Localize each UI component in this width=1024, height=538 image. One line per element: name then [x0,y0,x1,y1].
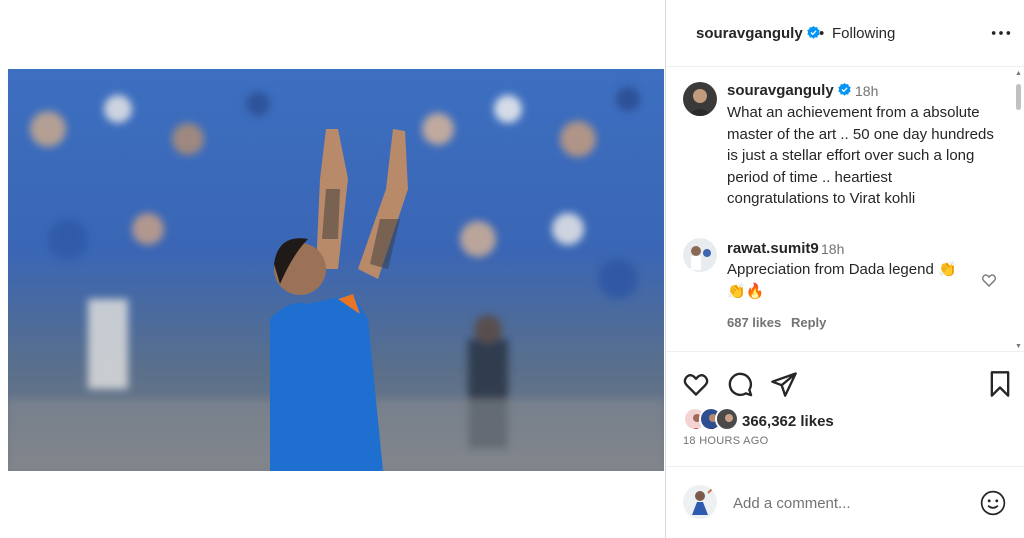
comment-line: Appreciation from Dada legend 👏 [727,261,957,278]
comment-text: Appreciation from Dada legend 👏 👏🔥 [727,259,957,302]
add-comment-bar: Add a comment... [666,466,1024,538]
comment-likes[interactable]: 687 likes [727,315,781,330]
header-separator: • [819,25,825,42]
save-bookmark-icon[interactable] [986,370,1014,398]
caption-line: is just a stellar effort over such a lon… [727,147,975,164]
post-author-username[interactable]: souravganguly [696,25,820,42]
post-side-panel: souravganguly • Following souravganguly … [665,0,1024,538]
avatar[interactable] [683,238,717,272]
avatar[interactable] [715,407,739,431]
comments-list[interactable]: souravganguly 18h What an achievement fr… [666,68,1024,352]
comment-timestamp[interactable]: 18h [855,83,878,99]
comment-bubble-icon[interactable] [726,370,754,398]
verified-badge-icon [838,83,851,96]
comment-username[interactable]: souravganguly [727,82,851,99]
avatar[interactable] [683,82,717,116]
verified-badge-icon [807,26,820,39]
post-actions [666,370,1024,400]
emoji-picker-icon[interactable] [980,490,1006,516]
scrollbar-thumb[interactable] [1016,84,1021,110]
caption-author[interactable]: souravganguly [727,82,834,99]
scroll-up-icon[interactable]: ▲ [1015,70,1022,77]
comments-scrollbar[interactable]: ▲ ▼ [1014,68,1023,351]
caption-line: What an achievement from a absolute [727,104,980,121]
reply-button[interactable]: Reply [791,315,826,330]
post-likes-count[interactable]: 366,362 likes [742,413,834,430]
post-timestamp[interactable]: 18 HOURS AGO [683,435,769,447]
scroll-down-icon[interactable]: ▼ [1015,343,1022,350]
caption-text: What an achievement from a absolute mast… [727,102,994,210]
avatar[interactable] [683,485,717,519]
like-heart-icon[interactable] [682,370,710,398]
comment-timestamp[interactable]: 18h [821,241,844,257]
post-header: souravganguly • Following [666,0,1024,67]
post-author-name[interactable]: souravganguly [696,25,803,42]
comment-line: 👏🔥 [727,282,765,300]
caption-line: master of the art .. 50 one day hundreds [727,125,994,143]
liker-avatars[interactable] [683,407,743,433]
share-paper-plane-icon[interactable] [770,370,798,398]
caption-line: period of time .. heartiest [727,168,893,186]
comment-username[interactable]: rawat.sumit9 [727,240,819,257]
like-comment-heart-icon[interactable] [981,272,997,288]
following-button[interactable]: Following [832,25,895,42]
caption-line: congratulations to Virat kohli [727,190,916,207]
more-options-icon[interactable] [990,22,1012,44]
comment-input[interactable]: Add a comment... [733,495,851,512]
post-image[interactable] [8,69,664,471]
